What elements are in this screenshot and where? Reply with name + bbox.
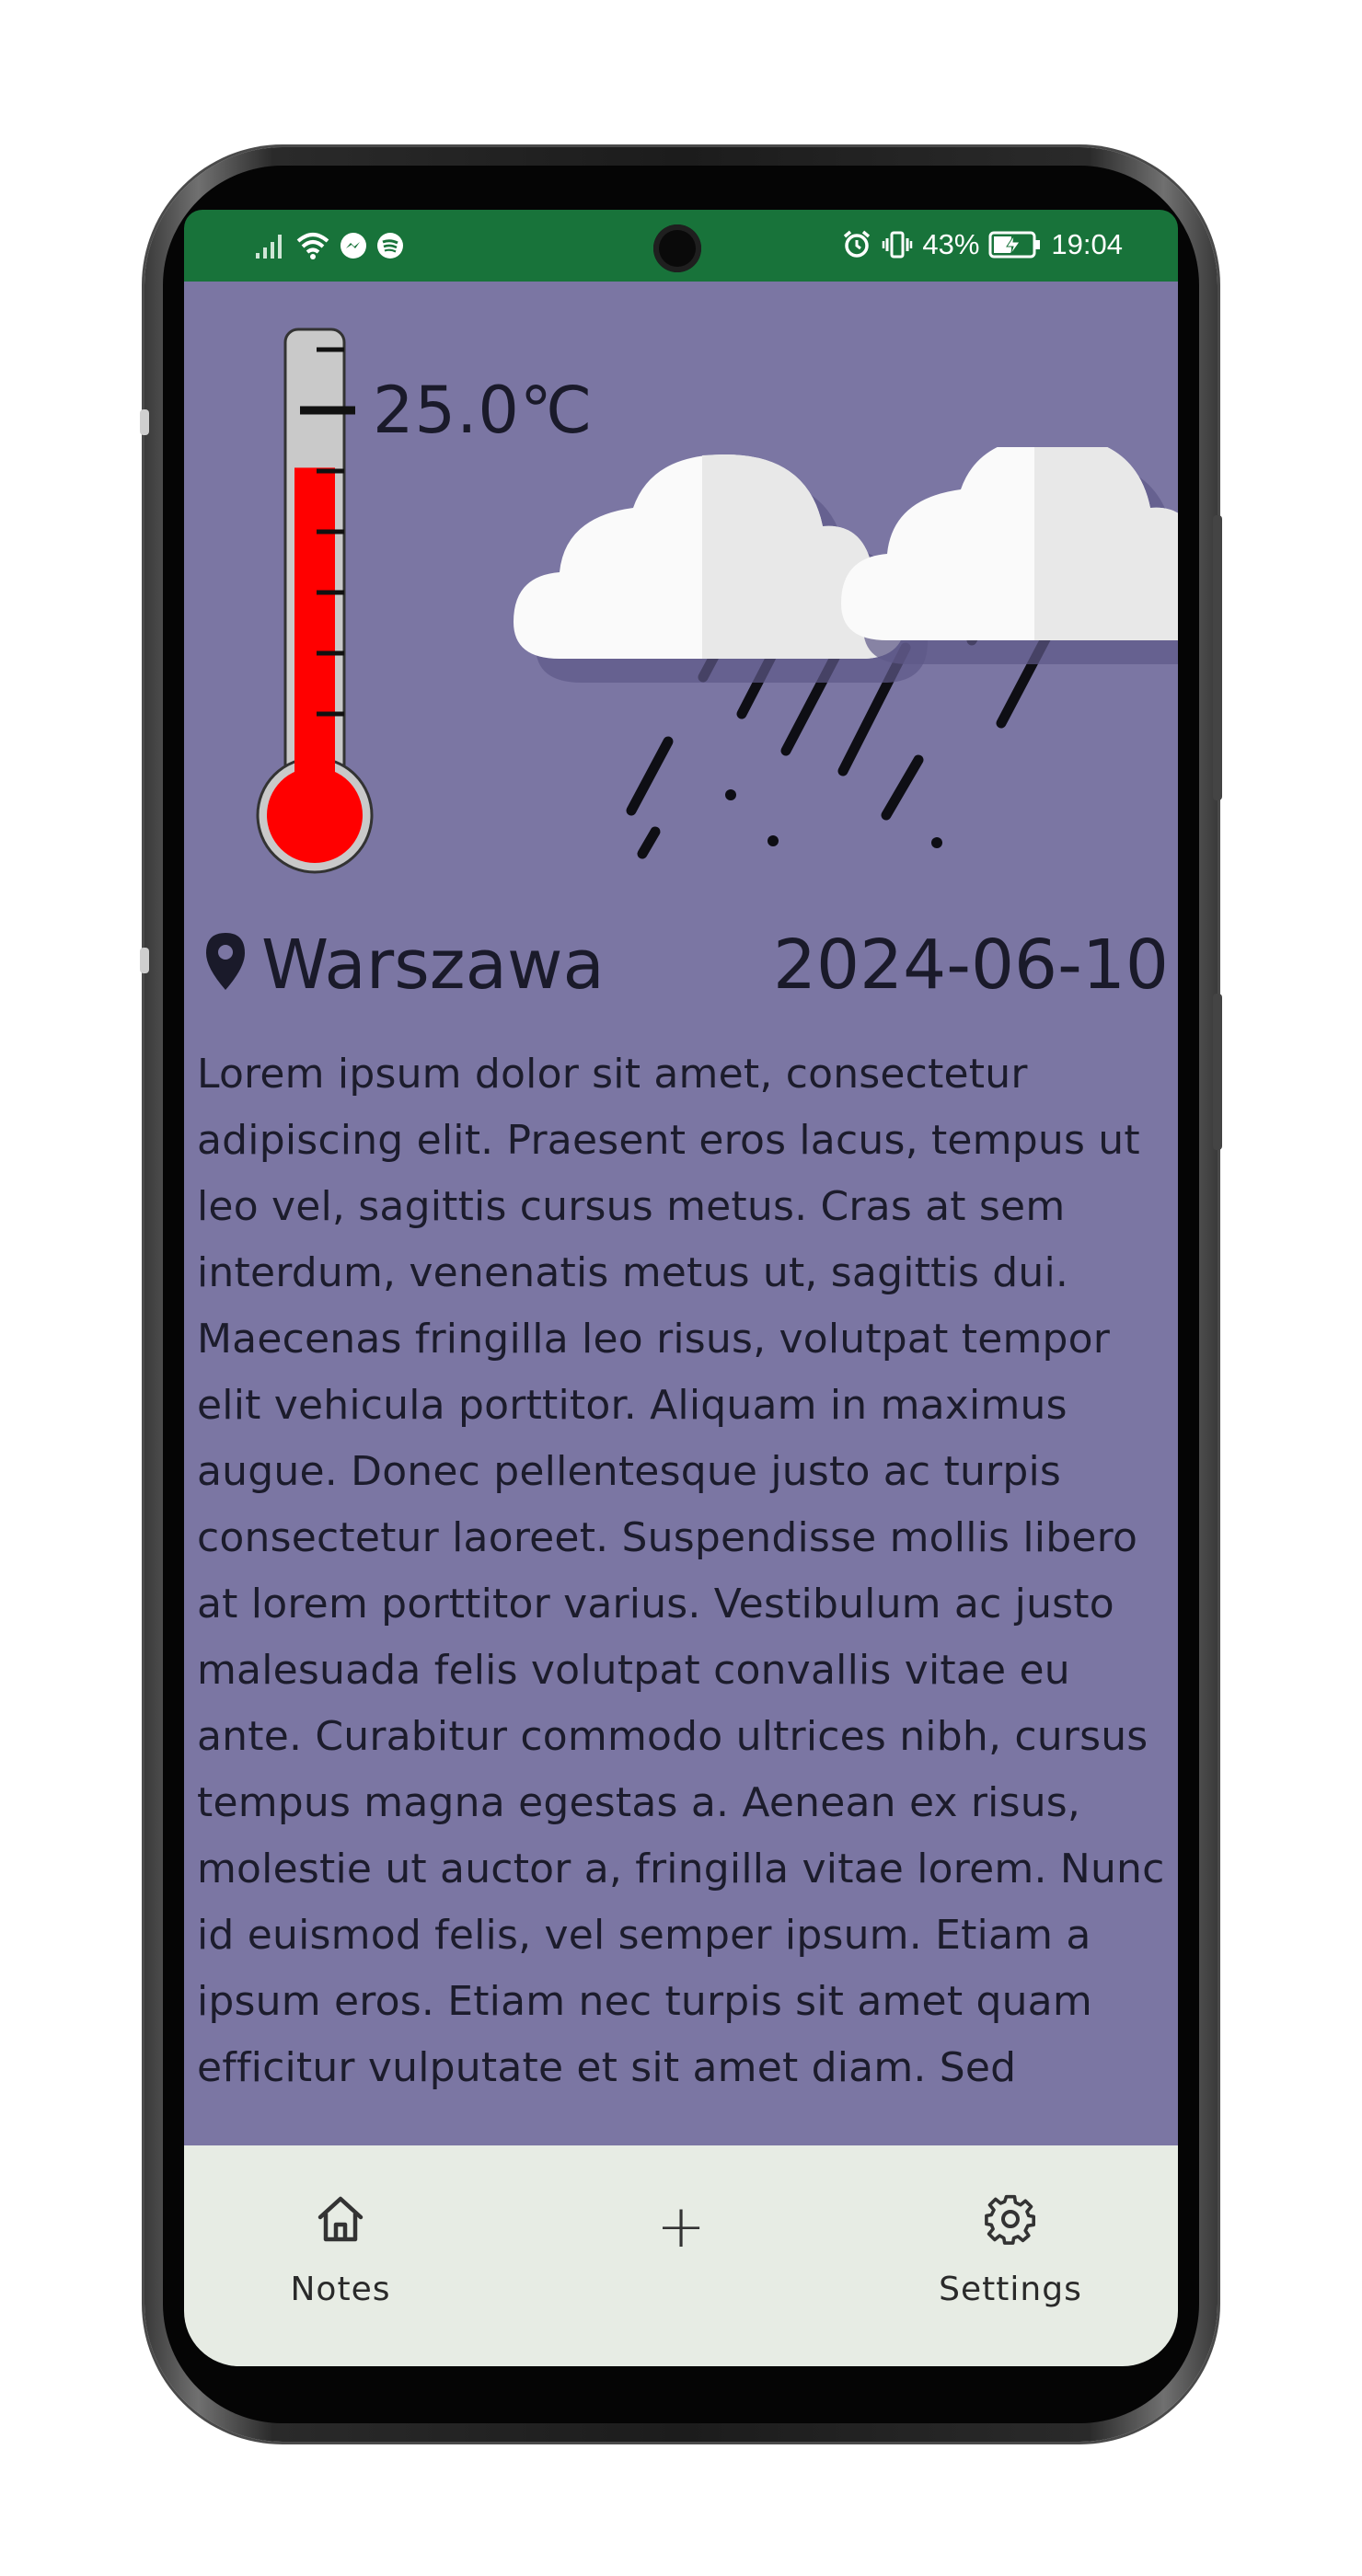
note-detail-content: 25.0℃ Warszawa 2024-06-10 Lorem ipsum do… (184, 282, 1178, 2145)
nav-label-settings: Settings (939, 2271, 1082, 2308)
alarm-icon (844, 230, 871, 258)
nav-label-notes: Notes (290, 2271, 391, 2308)
left-side-marker-2 (140, 948, 149, 973)
volume-button (1213, 515, 1222, 800)
home-icon (317, 2196, 364, 2242)
gear-icon (985, 2194, 1036, 2245)
vibrate-icon (883, 231, 913, 259)
signal-icon (256, 235, 282, 259)
plus-icon: + (656, 2193, 706, 2261)
battery-charging-icon (988, 231, 1041, 259)
power-button (1213, 994, 1222, 1150)
spotify-icon (377, 233, 403, 259)
battery-percent: 43% (922, 228, 980, 260)
front-camera (653, 224, 701, 272)
thermometer-icon (256, 328, 374, 874)
note-body-text[interactable]: Lorem ipsum dolor sit amet, consectetur … (197, 1041, 1174, 2101)
left-side-marker (140, 409, 149, 435)
clock: 19:04 (1051, 228, 1123, 260)
nav-item-notes[interactable]: Notes (239, 2145, 442, 2366)
status-bar: 43% 19:04 (184, 210, 1178, 282)
temperature-value: 25.0℃ (373, 373, 594, 448)
bottom-navigation: Notes + Settings (184, 2145, 1178, 2366)
screen: 43% 19:04 25.0℃ Warszawa 2024-06-10 Lore… (184, 210, 1178, 2366)
city-name: Warszawa (261, 926, 605, 1005)
messenger-icon (340, 233, 366, 259)
status-right-icons: 43% 19:04 (841, 223, 1123, 267)
nav-item-settings[interactable]: Settings (909, 2145, 1112, 2366)
add-note-button[interactable]: + (580, 2145, 782, 2366)
rain-cloud-icon (514, 447, 1178, 859)
note-date: 2024-06-10 (772, 926, 1169, 1005)
wifi-icon (296, 233, 329, 259)
location-row: Warszawa 2024-06-10 (202, 926, 1169, 1005)
status-left-icons (254, 226, 405, 265)
location-pin-icon (206, 933, 245, 990)
